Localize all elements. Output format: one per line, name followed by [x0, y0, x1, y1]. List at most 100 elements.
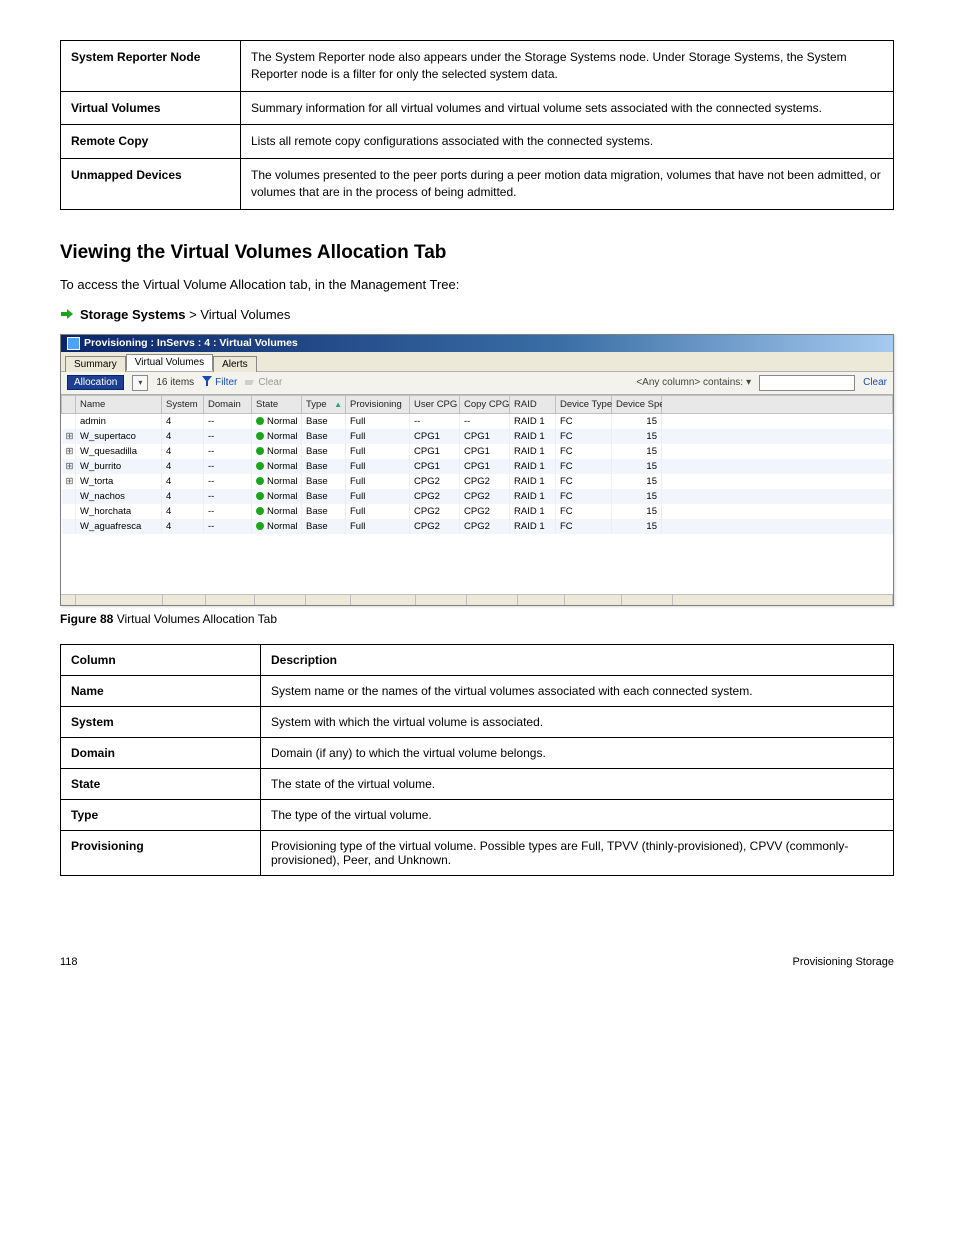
cell-state: Normal: [252, 474, 302, 489]
volumes-table: Name System Domain State Type▲ Provision…: [61, 395, 893, 534]
cell-name: W_aguafresca: [76, 519, 162, 534]
status-dot-icon: [256, 492, 264, 500]
cell-device-speed: 15: [612, 444, 662, 459]
table-row[interactable]: W_aguafresca4--NormalBaseFullCPG2CPG2RAI…: [62, 519, 893, 534]
cell-domain: --: [204, 413, 252, 429]
cell-raid: RAID 1: [510, 459, 556, 474]
table-row[interactable]: ⊞W_quesadilla4--NormalBaseFullCPG1CPG1RA…: [62, 444, 893, 459]
table-row[interactable]: admin4--NormalBaseFull----RAID 1FC15: [62, 413, 893, 429]
cell-domain: --: [204, 489, 252, 504]
cell-system: 4: [162, 474, 204, 489]
col-type[interactable]: Type▲: [302, 395, 346, 413]
section-heading: Viewing the Virtual Volumes Allocation T…: [60, 242, 894, 264]
view-dropdown-arrow[interactable]: ▾: [132, 375, 148, 391]
table-row[interactable]: W_horchata4--NormalBaseFullCPG2CPG2RAID …: [62, 504, 893, 519]
col-domain[interactable]: Domain: [204, 395, 252, 413]
cell-provisioning: Full: [346, 459, 410, 474]
expander-icon[interactable]: ⊞: [62, 459, 76, 474]
cell-device-speed: 15: [612, 429, 662, 444]
figure-caption-number: Figure 88: [60, 612, 113, 626]
contains-label[interactable]: <Any column> contains: ▾: [636, 377, 751, 388]
col-user-cpg[interactable]: User CPG: [410, 395, 460, 413]
cell-raid: RAID 1: [510, 413, 556, 429]
cell-device-type: FC: [556, 429, 612, 444]
col-state[interactable]: State: [252, 395, 302, 413]
status-dot-icon: [256, 477, 264, 485]
table-row[interactable]: ⊞W_burrito4--NormalBaseFullCPG1CPG1RAID …: [62, 459, 893, 474]
cell-state: Normal: [252, 519, 302, 534]
def-col: State: [61, 768, 261, 799]
cell-copy-cpg: CPG2: [460, 474, 510, 489]
search-input[interactable]: [759, 375, 855, 391]
cell-domain: --: [204, 504, 252, 519]
cell-raid: RAID 1: [510, 429, 556, 444]
tab-virtual-volumes[interactable]: Virtual Volumes: [126, 354, 213, 371]
col-expander[interactable]: [62, 395, 76, 413]
cell-state: Normal: [252, 444, 302, 459]
status-dot-icon: [256, 447, 264, 455]
cell-type: Base: [302, 489, 346, 504]
cell-name: W_supertaco: [76, 429, 162, 444]
col-raid[interactable]: RAID: [510, 395, 556, 413]
view-dropdown-label: Allocation: [74, 377, 117, 388]
cell-device-type: FC: [556, 474, 612, 489]
cell-provisioning: Full: [346, 504, 410, 519]
grid-toolbar: Allocation ▾ 16 items Filter Clear <Any …: [61, 371, 893, 395]
clear-search-link[interactable]: Clear: [863, 377, 887, 388]
table-row[interactable]: ⊞W_supertaco4--NormalBaseFullCPG1CPG1RAI…: [62, 429, 893, 444]
cell-device-type: FC: [556, 504, 612, 519]
cell-domain: --: [204, 444, 252, 459]
expander-icon[interactable]: ⊞: [62, 444, 76, 459]
def-col: Type: [61, 799, 261, 830]
status-strip: [61, 594, 893, 605]
def-desc: Domain (if any) to which the virtual vol…: [261, 737, 894, 768]
cell-provisioning: Full: [346, 489, 410, 504]
cell-system: 4: [162, 444, 204, 459]
def-desc: Provisioning type of the virtual volume.…: [261, 830, 894, 875]
col-spacer: [662, 395, 893, 413]
expander-icon: [62, 489, 76, 504]
expander-icon: [62, 413, 76, 429]
filter-icon: [202, 376, 212, 389]
col-device-type[interactable]: Device Type: [556, 395, 612, 413]
grid-empty-space: [61, 534, 893, 594]
cell-raid: RAID 1: [510, 444, 556, 459]
view-dropdown[interactable]: Allocation: [67, 375, 124, 390]
cell-provisioning: Full: [346, 413, 410, 429]
col-system[interactable]: System: [162, 395, 204, 413]
tab-alerts[interactable]: Alerts: [213, 356, 257, 372]
cell-copy-cpg: CPG1: [460, 429, 510, 444]
cell-user-cpg: CPG1: [410, 459, 460, 474]
col-copy-cpg[interactable]: Copy CPG: [460, 395, 510, 413]
cell-device-type: FC: [556, 459, 612, 474]
col-provisioning[interactable]: Provisioning: [346, 395, 410, 413]
cell-user-cpg: CPG1: [410, 429, 460, 444]
cell-device-speed: 15: [612, 489, 662, 504]
status-dot-icon: [256, 507, 264, 515]
tab-summary[interactable]: Summary: [65, 356, 126, 372]
table-row[interactable]: ⊞W_torta4--NormalBaseFullCPG2CPG2RAID 1F…: [62, 474, 893, 489]
section-paragraph: To access the Virtual Volume Allocation …: [60, 276, 894, 295]
cell-state: Normal: [252, 489, 302, 504]
cell-copy-cpg: CPG2: [460, 519, 510, 534]
col-name[interactable]: Name: [76, 395, 162, 413]
cell-copy-cpg: --: [460, 413, 510, 429]
cell-copy-cpg: CPG2: [460, 504, 510, 519]
breadcrumb-path: Storage Systems > Virtual Volumes: [60, 307, 894, 322]
cell-raid: RAID 1: [510, 489, 556, 504]
cell-device-type: FC: [556, 413, 612, 429]
cell-device-speed: 15: [612, 413, 662, 429]
page-footer: 118 Provisioning Storage: [60, 956, 894, 968]
cell-raid: RAID 1: [510, 504, 556, 519]
expander-icon[interactable]: ⊞: [62, 474, 76, 489]
expander-icon[interactable]: ⊞: [62, 429, 76, 444]
filter-button[interactable]: Filter: [202, 376, 237, 389]
cell-name: W_quesadilla: [76, 444, 162, 459]
cell-device-type: FC: [556, 489, 612, 504]
filter-label: Filter: [215, 377, 237, 388]
table-row[interactable]: W_nachos4--NormalBaseFullCPG2CPG2RAID 1F…: [62, 489, 893, 504]
cell-spacer: [662, 489, 893, 504]
col-device-speed[interactable]: Device Speed (K): [612, 395, 662, 413]
def-desc: System name or the names of the virtual …: [261, 675, 894, 706]
clear-filter-button[interactable]: Clear: [245, 377, 282, 388]
